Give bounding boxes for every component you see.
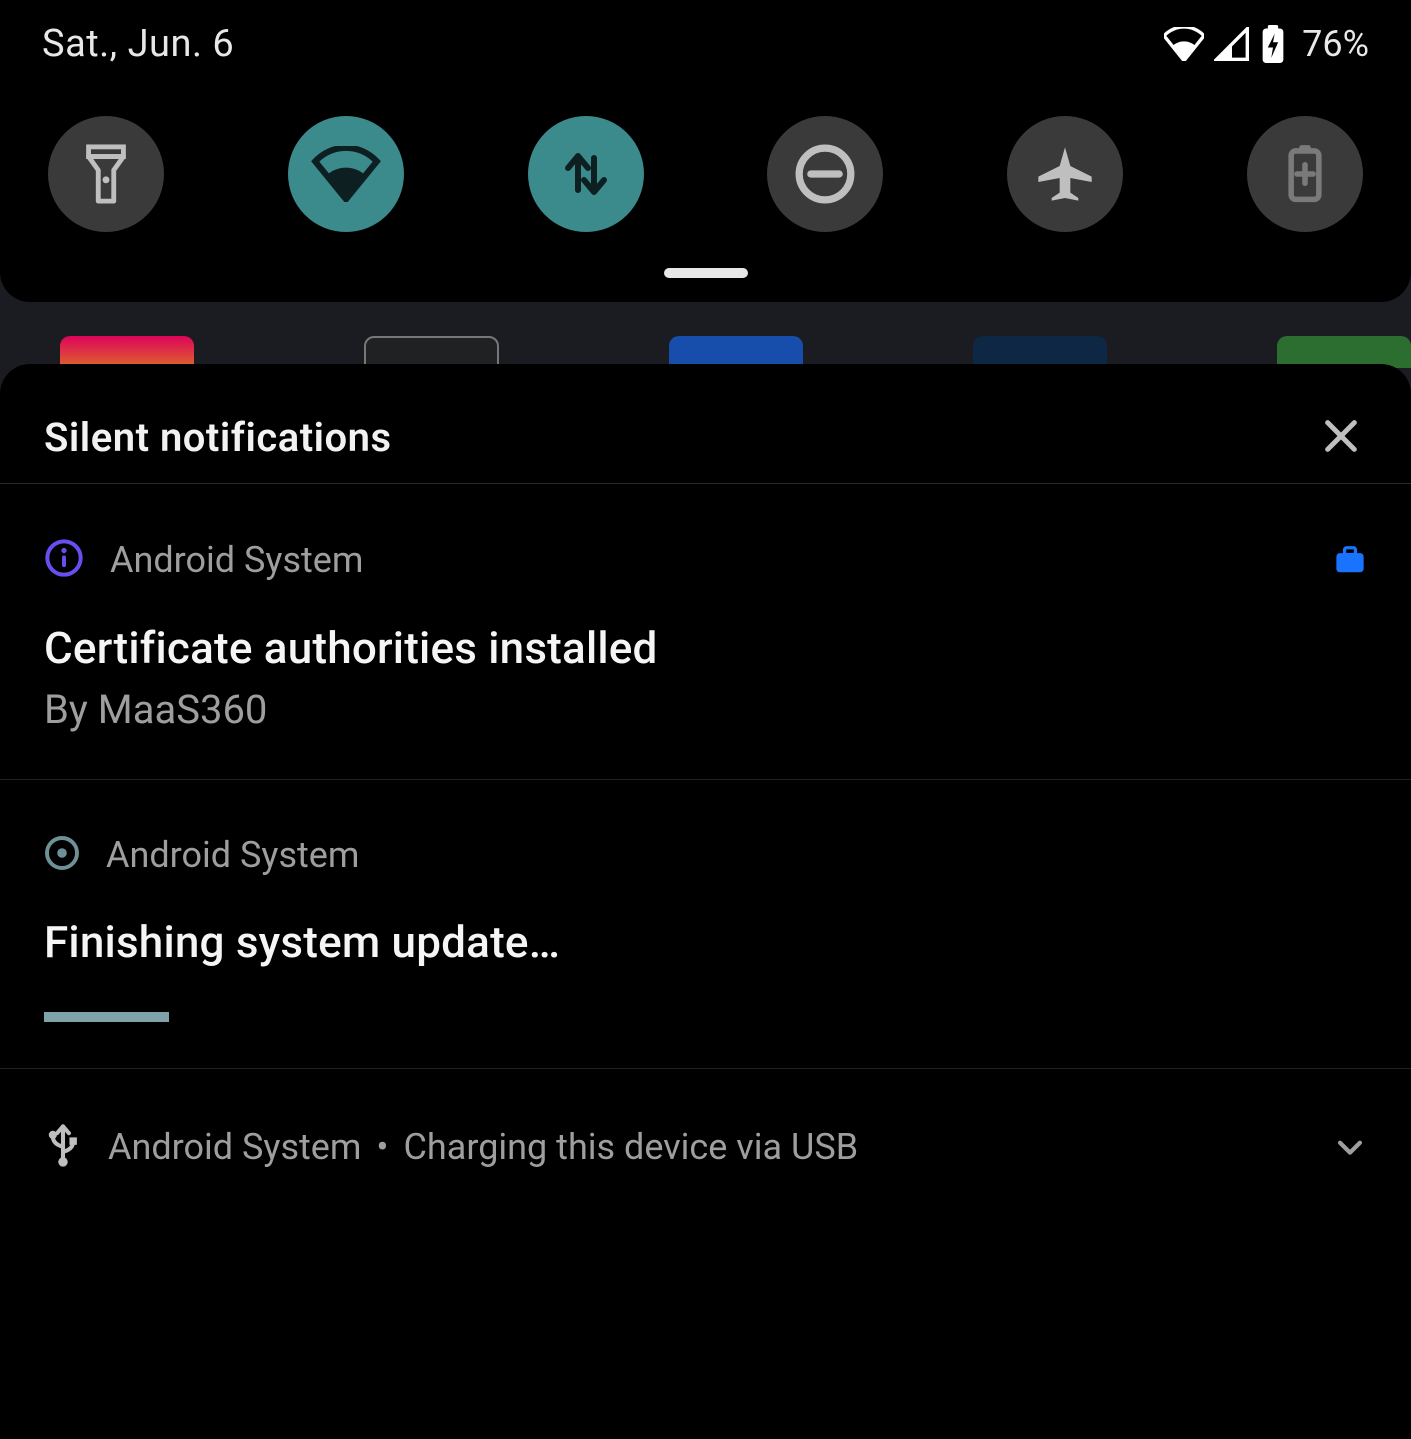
silent-section-header: Silent notifications — [0, 364, 1411, 484]
airplane-icon — [1033, 142, 1097, 206]
wifi-icon — [1164, 27, 1204, 61]
qs-wifi[interactable] — [288, 116, 404, 232]
qs-do-not-disturb[interactable] — [767, 116, 883, 232]
notification-app-name: Android System — [106, 834, 359, 876]
notification-collapsed-text: Android System • Charging this device vi… — [108, 1126, 1307, 1168]
notifications-panel: Silent notifications Android System — [0, 364, 1411, 1439]
notification-title: Certificate authorities installed — [44, 622, 1367, 674]
status-bar: Sat., Jun. 6 76% — [0, 0, 1411, 76]
notification-title: Finishing system update… — [44, 916, 1367, 968]
flashlight-icon — [81, 143, 131, 205]
battery-saver-icon — [1285, 144, 1325, 204]
silent-section-title: Silent notifications — [44, 414, 392, 461]
system-update-icon — [44, 835, 80, 875]
work-profile-icon — [1333, 545, 1367, 575]
data-arrows-icon — [561, 146, 611, 202]
notification-body: By MaaS360 — [44, 686, 1367, 733]
close-icon — [1321, 416, 1361, 456]
progress-fill — [44, 1012, 169, 1022]
info-icon — [44, 538, 84, 582]
qs-flashlight[interactable] — [48, 116, 164, 232]
usb-icon — [44, 1123, 82, 1171]
shade-drag-handle[interactable] — [664, 268, 748, 278]
expand-button[interactable] — [1333, 1130, 1367, 1164]
status-icons: 76% — [1164, 23, 1369, 65]
notification-item[interactable]: Android System Finishing system update… — [0, 780, 1411, 1069]
qs-airplane-mode[interactable] — [1007, 116, 1123, 232]
qs-mobile-data[interactable] — [528, 116, 644, 232]
chevron-down-icon — [1333, 1130, 1367, 1164]
progress-bar — [44, 1012, 1367, 1022]
notification-app-name: Android System — [110, 539, 363, 581]
battery-charging-icon — [1260, 25, 1286, 63]
notification-item[interactable]: Android System Certificate authorities i… — [0, 484, 1411, 780]
qs-battery-saver[interactable] — [1247, 116, 1363, 232]
notification-item-collapsed[interactable]: Android System • Charging this device vi… — [0, 1069, 1411, 1211]
clear-silent-button[interactable] — [1315, 410, 1367, 466]
cell-signal-icon — [1214, 27, 1250, 61]
quick-settings-shade: Sat., Jun. 6 76% — [0, 0, 1411, 302]
battery-percentage: 76% — [1302, 23, 1369, 65]
dnd-icon — [794, 143, 856, 205]
quick-settings-tiles — [0, 76, 1411, 250]
status-date: Sat., Jun. 6 — [42, 22, 234, 66]
wifi-icon — [311, 146, 381, 202]
